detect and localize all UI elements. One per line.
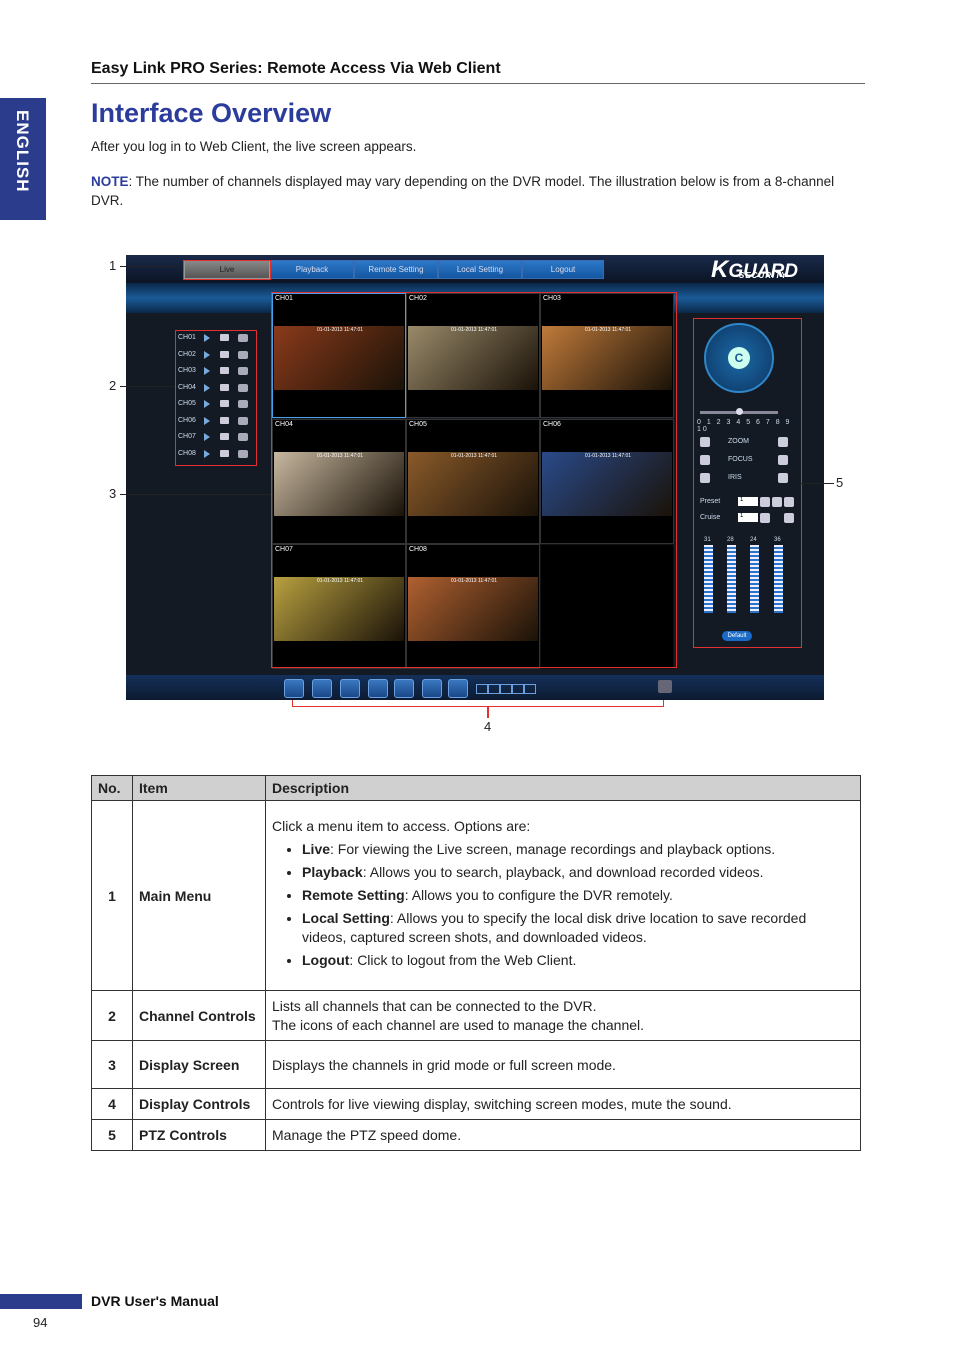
kguard-logo: KGUARD SECURITY <box>711 256 823 283</box>
language-tab: ENGLISH <box>0 98 46 220</box>
col-no: No. <box>91 775 133 801</box>
list-item: Local Setting: Allows you to specify the… <box>302 909 854 947</box>
intro-text: After you log in to Web Client, the live… <box>91 139 417 154</box>
row-no: 1 <box>91 800 133 991</box>
table-row: 5 PTZ Controls Manage the PTZ speed dome… <box>91 1119 861 1151</box>
note-label: NOTE <box>91 174 129 189</box>
list-item: Remote Setting: Allows you to configure … <box>302 886 854 905</box>
menu-remote-setting-button[interactable]: Remote Setting <box>354 260 438 279</box>
callout-line <box>487 707 489 718</box>
list-item: Live: For viewing the Live screen, manag… <box>302 840 854 859</box>
aspect-ratio-icon[interactable] <box>394 679 414 698</box>
term: Playback <box>302 864 363 880</box>
speaker-icon[interactable] <box>658 680 672 693</box>
menu-playback-button[interactable]: Playback <box>270 260 354 279</box>
logo-sub: SECURITY <box>739 271 788 280</box>
layout-25-icon[interactable] <box>524 684 536 694</box>
list-item: Playback: Allows you to search, playback… <box>302 863 854 882</box>
row-description: Controls for live viewing display, switc… <box>265 1088 861 1120</box>
desc-line: The icons of each channel are used to ma… <box>272 1016 645 1033</box>
menu-logout-button[interactable]: Logout <box>522 260 604 279</box>
term: Remote Setting <box>302 887 405 903</box>
table-row: 2 Channel Controls Lists all channels th… <box>91 990 861 1041</box>
callout-bracket-4 <box>292 700 664 707</box>
snapshot-icon[interactable] <box>340 679 360 698</box>
callout-number: 3 <box>109 486 117 501</box>
row-no: 2 <box>91 990 133 1041</box>
callout-line <box>800 483 834 484</box>
term: Local Setting <box>302 910 390 926</box>
callout-box-5 <box>693 318 802 648</box>
layout-9-icon[interactable] <box>500 684 512 694</box>
sequence-icon[interactable] <box>448 679 468 698</box>
page-number: 94 <box>33 1315 48 1330</box>
col-item: Item <box>132 775 266 801</box>
manual-record-icon[interactable] <box>368 679 388 698</box>
callout-number: 5 <box>836 475 844 490</box>
header-rule <box>91 83 865 84</box>
row-item: Main Menu <box>132 800 266 991</box>
running-header: Easy Link PRO Series: Remote Access Via … <box>91 60 501 77</box>
row-description: Click a menu item to access. Options are… <box>265 800 861 991</box>
layout-1-icon[interactable] <box>476 684 488 694</box>
row-description: Manage the PTZ speed dome. <box>265 1119 861 1151</box>
bottom-toolbar <box>126 675 824 700</box>
list-item: Logout: Click to logout from the Web Cli… <box>302 951 854 970</box>
logo-k: K <box>711 256 729 283</box>
layout-16-icon[interactable] <box>512 684 524 694</box>
col-description: Description <box>265 775 861 801</box>
callout-box-1 <box>183 260 271 280</box>
desc-intro: Click a menu item to access. Options are… <box>272 818 531 834</box>
term: Live <box>302 841 331 857</box>
table-row: 3 Display Screen Displays the channels i… <box>91 1040 861 1089</box>
footer-bar <box>0 1294 82 1309</box>
row-no: 3 <box>91 1040 133 1089</box>
row-no: 4 <box>91 1088 133 1120</box>
row-no: 5 <box>91 1119 133 1151</box>
stop-all-icon[interactable] <box>284 679 304 698</box>
term-desc: : Allows you to search, playback, and do… <box>362 864 764 880</box>
table-row: 4 Display Controls Controls for live vie… <box>91 1088 861 1120</box>
row-item: Display Controls <box>132 1088 266 1120</box>
row-item: Display Screen <box>132 1040 266 1089</box>
callout-box-2 <box>175 330 257 466</box>
option-list: Live: For viewing the Live screen, manag… <box>272 840 854 970</box>
row-description: Displays the channels in grid mode or fu… <box>265 1040 861 1089</box>
term-desc: : Allows you to configure the DVR remote… <box>404 887 673 903</box>
callout-number: 2 <box>109 378 117 393</box>
page-title: Interface Overview <box>91 98 332 128</box>
table-row: 1 Main Menu Click a menu item to access.… <box>91 800 861 991</box>
row-description: Lists all channels that can be connected… <box>265 990 861 1041</box>
callout-number: 1 <box>109 258 117 273</box>
callout-line <box>120 494 271 495</box>
footer-title: DVR User's Manual <box>91 1293 219 1309</box>
menu-local-setting-button[interactable]: Local Setting <box>438 260 522 279</box>
row-item: PTZ Controls <box>132 1119 266 1151</box>
record-all-icon[interactable] <box>312 679 332 698</box>
row-item: Channel Controls <box>132 990 266 1041</box>
language-tab-label: ENGLISH <box>13 110 32 193</box>
fullscreen-icon[interactable] <box>422 679 442 698</box>
callout-line <box>120 386 175 387</box>
term: Logout <box>302 952 350 968</box>
term-desc: : For viewing the Live screen, manage re… <box>330 841 776 857</box>
callout-line <box>120 266 183 267</box>
note-body: : The number of channels displayed may v… <box>91 174 835 208</box>
description-table: No. Item Description 1 Main Menu Click a… <box>91 775 861 1151</box>
callout-number: 4 <box>484 719 492 734</box>
desc-line: Lists all channels that can be connected… <box>272 997 597 1014</box>
term-desc: : Click to logout from the Web Client. <box>349 952 577 968</box>
layout-4-icon[interactable] <box>488 684 500 694</box>
callout-box-3 <box>271 292 677 668</box>
note-text: NOTE: The number of channels displayed m… <box>91 172 861 210</box>
